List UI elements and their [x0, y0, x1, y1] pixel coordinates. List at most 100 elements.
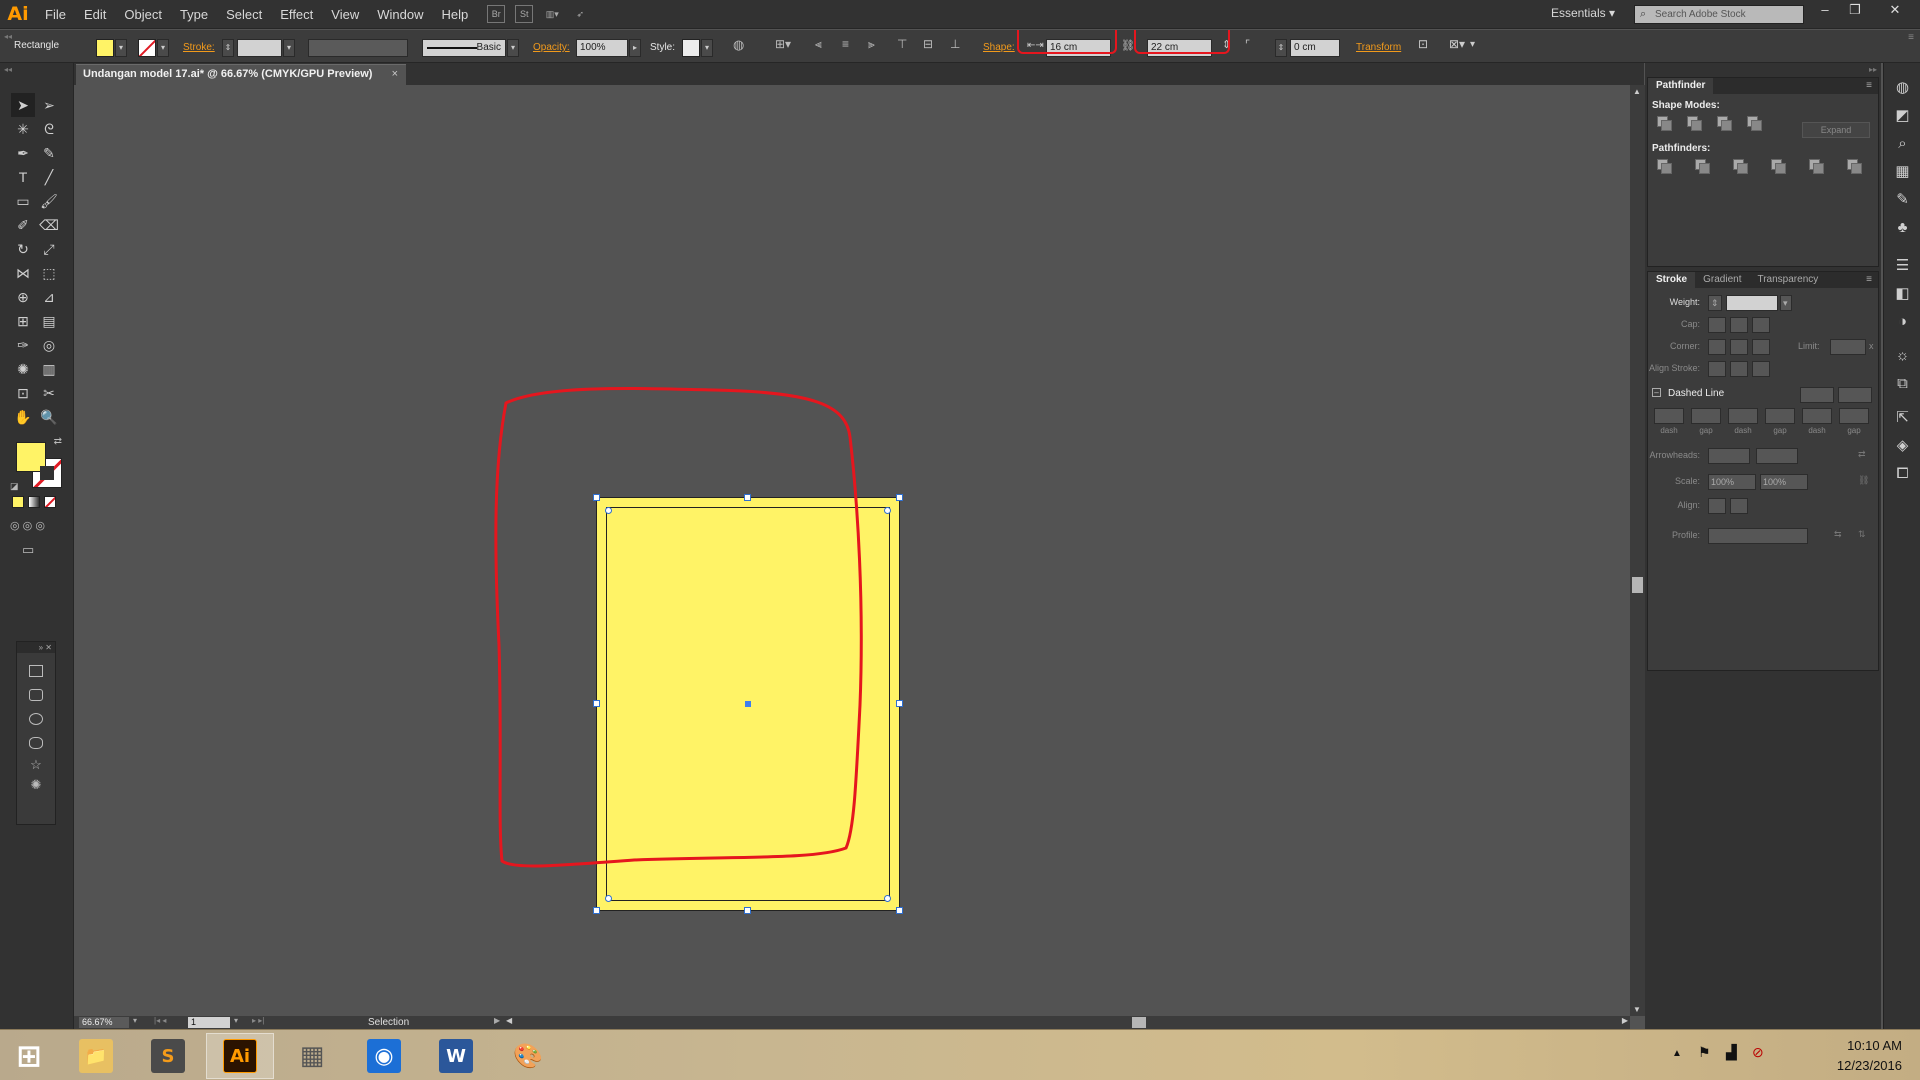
corner-widget-bottom-right[interactable] [884, 895, 891, 902]
taskbar-word[interactable]: W [422, 1033, 490, 1079]
gradient-tool-icon[interactable]: ▤ [37, 310, 61, 334]
end-scale-field[interactable]: 100% [1760, 474, 1808, 490]
weight-field[interactable] [1726, 295, 1778, 311]
column-graph-tool-icon[interactable]: ▥ [37, 358, 61, 382]
corner-radius-field[interactable]: 0 cm [1290, 39, 1340, 57]
perspective-grid-tool-icon[interactable]: ⊿ [37, 286, 61, 310]
clock-time[interactable]: 10:10 AM [1847, 1038, 1902, 1053]
polygon-icon[interactable] [29, 737, 43, 749]
scroll-right-icon[interactable]: ▶ [1622, 1016, 1628, 1025]
shape-label[interactable]: Shape: [983, 42, 1015, 53]
volume-muted-icon[interactable]: ⊘ [1752, 1044, 1764, 1061]
pathfinder-menu-icon[interactable]: ≡ [1866, 78, 1878, 94]
screen-mode-icon[interactable]: ▭ [22, 542, 64, 558]
flip-along-icon[interactable]: ⇆ [1834, 529, 1842, 540]
dashed-line-checkbox[interactable]: – [1652, 388, 1661, 397]
brush-definition[interactable]: Basic [422, 39, 506, 57]
color-guide-icon[interactable]: ◍ [1884, 73, 1920, 101]
curvature-tool-icon[interactable]: ✎ [37, 141, 61, 165]
taskbar-paint[interactable]: 🎨 [494, 1033, 562, 1079]
handle-bottom-middle[interactable] [744, 907, 751, 914]
corner-type-icon[interactable]: ⌜ [1245, 38, 1250, 51]
align-to-selection-icon[interactable]: ⊞▾ [775, 37, 791, 51]
divide-icon[interactable] [1656, 158, 1672, 174]
round-join-icon[interactable] [1730, 339, 1748, 355]
swatches-icon[interactable]: ▦ [1884, 157, 1920, 185]
fill-dropdown[interactable]: ▾ [115, 39, 127, 57]
arrow-extend-icon[interactable] [1708, 498, 1726, 514]
stock-icon[interactable]: St [515, 5, 534, 23]
menu-select[interactable]: Select [217, 7, 271, 22]
zoom-field[interactable]: 66.67% [79, 1017, 129, 1028]
zoom-tool-icon[interactable]: 🔍 [37, 406, 61, 430]
none-mode-icon[interactable] [44, 495, 56, 508]
artboard-dropdown-icon[interactable]: ▾ [234, 1016, 238, 1025]
draw-behind-icon[interactable]: ◎ [23, 520, 33, 532]
merge-icon[interactable] [1732, 158, 1748, 174]
menu-help[interactable]: Help [432, 7, 477, 22]
libraries-icon[interactable]: ◩ [1884, 101, 1920, 129]
rounded-rectangle-icon[interactable] [29, 689, 43, 701]
corner-widget-top-right[interactable] [884, 507, 891, 514]
shape-builder-tool-icon[interactable]: ⊕ [11, 286, 35, 310]
swap-arrowheads-icon[interactable]: ⇄ [1858, 449, 1866, 460]
fill-swatch[interactable] [96, 39, 114, 57]
start-scale-field[interactable]: 100% [1708, 474, 1756, 490]
graphic-styles-icon[interactable]: ⧉ [1884, 369, 1920, 397]
taskbar-illustrator[interactable]: Ai [206, 1033, 274, 1079]
flip-across-icon[interactable]: ⇅ [1858, 529, 1866, 540]
rectangle-tool-icon[interactable]: ▭ [11, 190, 35, 214]
menu-edit[interactable]: Edit [75, 7, 115, 22]
shaper-tool-icon[interactable]: ✐ [11, 214, 35, 238]
taskbar-sublime-text[interactable]: S [134, 1033, 202, 1079]
align-top-icon[interactable]: ⊤ [897, 37, 907, 51]
transform-label[interactable]: Transform [1356, 42, 1401, 53]
tab-transparency[interactable]: Transparency [1749, 272, 1826, 288]
isolate-icon[interactable]: ⊡ [1418, 37, 1428, 51]
opacity-label[interactable]: Opacity: [533, 42, 570, 53]
expand-button[interactable]: Expand [1802, 122, 1870, 138]
handle-middle-left[interactable] [593, 700, 600, 707]
draw-inside-icon[interactable]: ◎ [35, 520, 45, 532]
stroke-weight-dropdown[interactable]: ▾ [283, 39, 295, 57]
canvas[interactable] [74, 85, 1630, 1016]
outline-icon[interactable] [1808, 158, 1824, 174]
align-right-icon[interactable]: ⫸ [868, 37, 875, 52]
status-arrow-icon[interactable]: ▶ [494, 1016, 500, 1025]
limit-field[interactable] [1830, 339, 1866, 355]
constrain-proportions-icon[interactable]: ⛓ [1121, 39, 1135, 52]
clock-date[interactable]: 12/23/2016 [1837, 1058, 1902, 1073]
gradient-mode-icon[interactable] [28, 495, 40, 508]
symbol-sprayer-tool-icon[interactable]: ✺ [11, 358, 35, 382]
swap-fill-stroke-icon[interactable]: ⇄ [54, 436, 62, 447]
line-tool-icon[interactable]: ╱ [37, 166, 61, 190]
scale-tool-icon[interactable]: ⤢ [37, 238, 61, 262]
eyedropper-tool-icon[interactable]: ✑ [11, 334, 35, 358]
slice-tool-icon[interactable]: ✂ [37, 382, 61, 406]
align-outside-stroke-icon[interactable] [1752, 361, 1770, 377]
blend-tool-icon[interactable]: ◎ [37, 334, 61, 358]
selection-tool-icon[interactable]: ➤ [11, 93, 35, 117]
transparency-panel-icon[interactable]: ◑ [1884, 307, 1920, 335]
menu-view[interactable]: View [322, 7, 368, 22]
handle-top-right[interactable] [896, 494, 903, 501]
align-center-stroke-icon[interactable] [1708, 361, 1726, 377]
bridge-icon[interactable]: Br [487, 5, 506, 23]
align-center-icon[interactable]: ≡ [842, 37, 849, 51]
mesh-tool-icon[interactable]: ⊞ [11, 310, 35, 334]
stroke-dropdown[interactable]: ▾ [157, 39, 169, 57]
arrow-place-icon[interactable] [1730, 498, 1748, 514]
intersect-icon[interactable] [1716, 115, 1732, 131]
opacity-arrow[interactable]: ▸ [629, 39, 641, 57]
action-center-flag-icon[interactable]: ⚑ [1698, 1044, 1711, 1061]
gpu-performance-icon[interactable]: ➶ [571, 5, 589, 23]
start-button[interactable]: ⊞ [0, 1033, 58, 1079]
edit-contents-icon[interactable]: ⊠▾ [1449, 37, 1465, 51]
network-icon[interactable]: ▟ [1726, 1044, 1737, 1061]
butt-cap-icon[interactable] [1708, 317, 1726, 333]
dash-field-1[interactable] [1654, 408, 1684, 424]
projecting-cap-icon[interactable] [1752, 317, 1770, 333]
tools-collapse-icon[interactable]: ◂◂ [4, 65, 12, 74]
gradient-panel-icon[interactable]: ◧ [1884, 279, 1920, 307]
bevel-join-icon[interactable] [1752, 339, 1770, 355]
